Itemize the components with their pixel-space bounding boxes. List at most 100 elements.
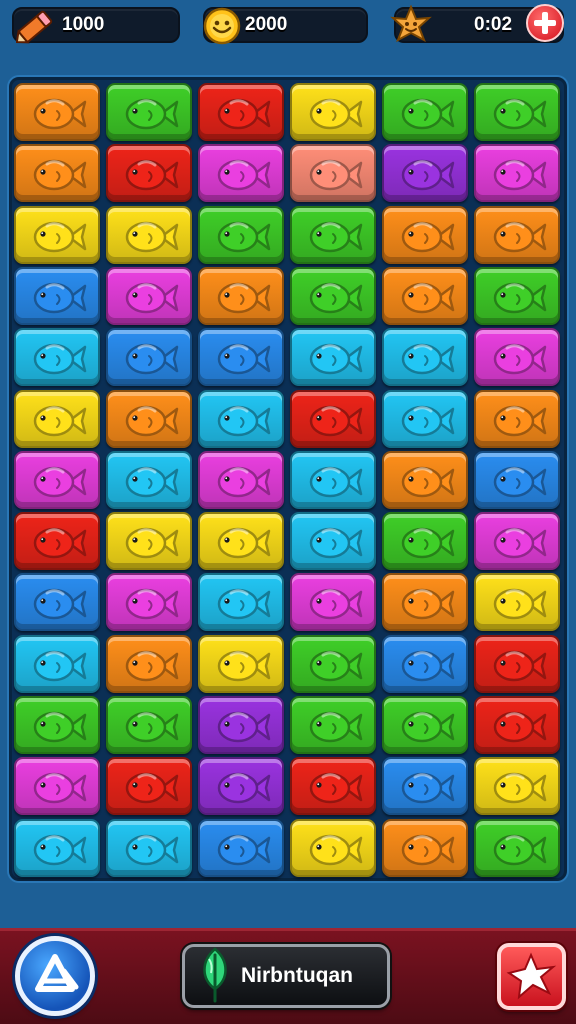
- fish-icon: [33, 343, 87, 375]
- fish-tile[interactable]: [382, 328, 468, 387]
- fish-tile[interactable]: [106, 328, 192, 387]
- fish-tile[interactable]: [198, 83, 284, 141]
- fish-tile[interactable]: [290, 634, 376, 693]
- fish-tile[interactable]: [106, 696, 192, 754]
- fish-tile[interactable]: [382, 573, 468, 632]
- fish-tile[interactable]: [14, 573, 100, 632]
- fish-tile[interactable]: [14, 818, 100, 877]
- fish-tile[interactable]: [198, 573, 284, 632]
- fish-tile[interactable]: [198, 328, 284, 387]
- fish-tile[interactable]: [106, 757, 192, 816]
- fish-tile[interactable]: [290, 389, 376, 448]
- fish-tile[interactable]: [14, 389, 100, 448]
- fish-tile[interactable]: [382, 696, 468, 754]
- fish-tile[interactable]: [14, 205, 100, 264]
- fish-tile[interactable]: [474, 266, 560, 325]
- fish-icon: [125, 466, 179, 498]
- fish-tile[interactable]: [382, 83, 468, 141]
- fish-tile[interactable]: [198, 205, 284, 264]
- fish-tile[interactable]: [474, 696, 560, 754]
- fish-tile[interactable]: [14, 328, 100, 387]
- fish-tile[interactable]: [14, 83, 100, 141]
- fish-tile[interactable]: [382, 389, 468, 448]
- fish-tile[interactable]: [14, 144, 100, 203]
- fish-tile[interactable]: [14, 450, 100, 509]
- fish-tile[interactable]: [14, 266, 100, 325]
- fish-icon: [309, 589, 363, 620]
- fish-tile[interactable]: [14, 512, 100, 571]
- fish-tile[interactable]: [474, 83, 560, 141]
- pencil-count: 1000: [62, 14, 105, 35]
- fish-icon: [493, 160, 547, 191]
- fish-tile[interactable]: [290, 83, 376, 141]
- fish-tile[interactable]: [198, 757, 284, 816]
- fish-tile[interactable]: [474, 328, 560, 387]
- fish-icon: [401, 405, 455, 436]
- fish-tile[interactable]: [290, 450, 376, 509]
- coin-count: 2000: [245, 14, 288, 35]
- fish-tile[interactable]: [290, 328, 376, 387]
- fish-tile[interactable]: [106, 266, 192, 325]
- fish-icon: [309, 650, 363, 681]
- fish-icon: [217, 466, 271, 498]
- leaf-icon: [203, 947, 227, 1003]
- fish-icon: [125, 160, 179, 191]
- fish-tile[interactable]: [382, 144, 468, 203]
- fish-tile[interactable]: [290, 512, 376, 571]
- shuffle-button[interactable]: [15, 936, 95, 1016]
- booster-button[interactable]: Nirbntuqan: [182, 944, 390, 1008]
- power-button[interactable]: [497, 943, 566, 1010]
- fish-tile[interactable]: [290, 205, 376, 264]
- fish-tile[interactable]: [198, 266, 284, 325]
- fish-tile[interactable]: [106, 205, 192, 264]
- fish-tile[interactable]: [198, 818, 284, 877]
- fish-tile[interactable]: [106, 450, 192, 509]
- fish-tile[interactable]: [198, 144, 284, 203]
- fish-tile[interactable]: [106, 634, 192, 693]
- star-burst-icon: [506, 952, 557, 1000]
- fish-tile[interactable]: [474, 573, 560, 632]
- fish-tile[interactable]: [290, 757, 376, 816]
- fish-tile[interactable]: [382, 266, 468, 325]
- fish-tile[interactable]: [290, 696, 376, 754]
- fish-tile[interactable]: [198, 634, 284, 693]
- fish-tile[interactable]: [474, 389, 560, 448]
- fish-tile[interactable]: [290, 266, 376, 325]
- fish-tile[interactable]: [198, 450, 284, 509]
- fish-tile[interactable]: [106, 512, 192, 571]
- fish-tile[interactable]: [106, 573, 192, 632]
- fish-icon: [217, 160, 271, 191]
- fish-tile[interactable]: [382, 205, 468, 264]
- booster-button-label: Nirbntuqan: [241, 964, 353, 987]
- fish-tile[interactable]: [382, 634, 468, 693]
- fish-tile[interactable]: [198, 389, 284, 448]
- fish-tile[interactable]: [106, 389, 192, 448]
- fish-icon: [125, 221, 179, 252]
- fish-tile[interactable]: [382, 512, 468, 571]
- fish-tile[interactable]: [106, 83, 192, 141]
- fish-icon: [33, 711, 87, 743]
- pencil-icon: [16, 10, 53, 44]
- add-button[interactable]: [526, 4, 564, 42]
- fish-tile[interactable]: [474, 205, 560, 264]
- fish-tile[interactable]: [474, 634, 560, 693]
- fish-tile[interactable]: [14, 634, 100, 693]
- fish-tile[interactable]: [474, 450, 560, 509]
- fish-tile[interactable]: [382, 450, 468, 509]
- top-hud: 1000 2000 0:02: [0, 0, 576, 56]
- fish-tile[interactable]: [474, 144, 560, 203]
- fish-tile[interactable]: [198, 696, 284, 754]
- fish-tile[interactable]: [474, 818, 560, 877]
- fish-tile[interactable]: [382, 757, 468, 816]
- fish-tile[interactable]: [474, 512, 560, 571]
- fish-tile[interactable]: [382, 818, 468, 877]
- fish-tile[interactable]: [474, 757, 560, 816]
- fish-tile[interactable]: [14, 757, 100, 816]
- fish-tile[interactable]: [106, 818, 192, 877]
- fish-tile[interactable]: [290, 573, 376, 632]
- fish-tile[interactable]: [290, 818, 376, 877]
- fish-tile[interactable]: [290, 144, 376, 203]
- fish-tile[interactable]: [14, 696, 100, 754]
- fish-tile[interactable]: [198, 512, 284, 571]
- fish-tile[interactable]: [106, 144, 192, 203]
